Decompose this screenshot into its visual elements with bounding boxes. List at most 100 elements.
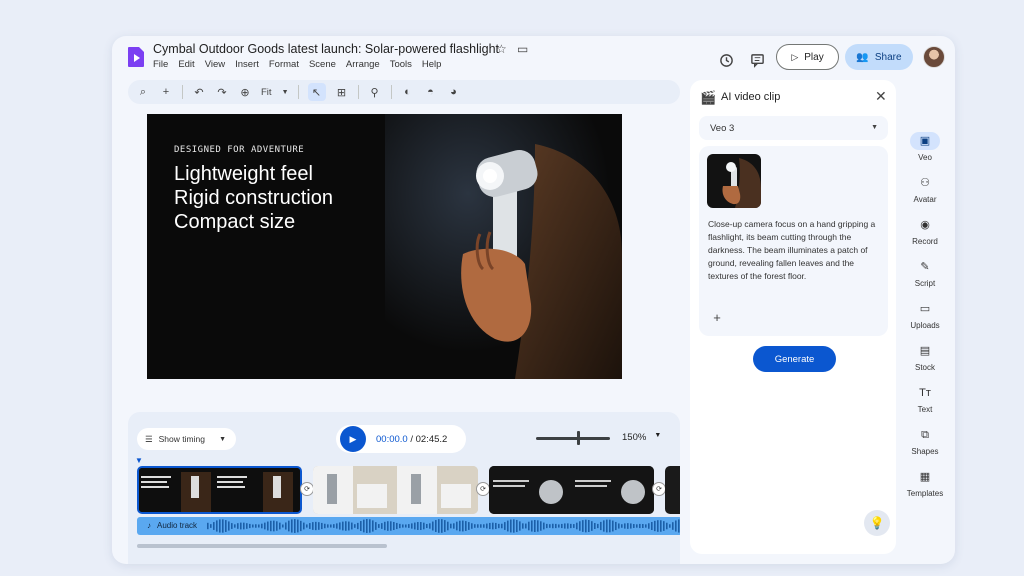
- toolbar-divider: [390, 85, 392, 99]
- menu-tools[interactable]: Tools: [390, 59, 412, 70]
- timeline-panel: ☰ Show timing ▼ ▶ 00:00.0 / 02:45.2 150%…: [128, 412, 680, 564]
- paint-format-icon[interactable]: ⚲: [368, 86, 382, 99]
- text-icon: Tт: [919, 387, 931, 399]
- menu-help[interactable]: Help: [422, 59, 442, 70]
- search-icon[interactable]: ⌕: [136, 86, 150, 99]
- music-note-icon: ♪: [147, 521, 151, 530]
- scene-clip[interactable]: [137, 466, 302, 514]
- app-logo-icon[interactable]: [126, 46, 146, 68]
- fill-color-icon[interactable]: ◓: [424, 86, 438, 98]
- star-icon[interactable]: ☆: [496, 42, 507, 56]
- play-button-label: Play: [804, 51, 824, 63]
- redo-icon[interactable]: ↷: [215, 86, 229, 99]
- comment-icon[interactable]: [746, 49, 768, 71]
- rail-item-label: Text: [917, 405, 933, 414]
- rail-item-text[interactable]: Tт Text: [900, 384, 950, 414]
- lightbulb-icon[interactable]: 💡: [864, 510, 890, 536]
- avatar[interactable]: [923, 46, 945, 68]
- show-timing-button[interactable]: ☰ Show timing ▼: [137, 428, 236, 450]
- transition-icon[interactable]: ⟳: [652, 482, 666, 496]
- chevron-down-icon: ▼: [219, 435, 226, 443]
- app-window: Cymbal Outdoor Goods latest launch: Sola…: [112, 36, 955, 564]
- rail-item-templates[interactable]: ▦ Templates: [900, 468, 950, 498]
- slide-kicker-text[interactable]: DESIGNED FOR ADVENTURE: [174, 145, 304, 155]
- chevron-down-icon: ▼: [281, 88, 289, 96]
- document-title[interactable]: Cymbal Outdoor Goods latest launch: Sola…: [153, 42, 499, 56]
- menu-file[interactable]: File: [153, 59, 168, 70]
- zoom-select-label: Fit: [261, 86, 272, 98]
- shape-mask-icon[interactable]: ◕: [447, 86, 461, 98]
- canvas-area: DESIGNED FOR ADVENTURE Lightweight feel …: [128, 108, 680, 406]
- timecode: 00:00.0 / 02:45.2: [376, 434, 447, 445]
- folder-move-icon[interactable]: ▭: [517, 42, 528, 56]
- rail-item-label: Record: [912, 237, 938, 246]
- playback-controls: ▶ 00:00.0 / 02:45.2: [336, 425, 466, 453]
- audio-track[interactable]: ♪ Audio track: [137, 517, 680, 535]
- ai-video-clip-panel: 🎬 AI video clip ✕ Veo 3 ▼ Close-up camer…: [690, 80, 896, 554]
- avatar-spark-icon: ⚇: [920, 177, 930, 189]
- flashlight-photo[interactable]: [385, 114, 622, 379]
- rail-item-label: Avatar: [913, 195, 937, 204]
- scene-clip[interactable]: [313, 466, 478, 514]
- video-spark-icon: ▣: [910, 132, 940, 150]
- scene-clip[interactable]: [489, 466, 654, 514]
- rail-item-record[interactable]: ◉ Record: [900, 216, 950, 246]
- select-cursor-icon[interactable]: ↖: [307, 83, 326, 101]
- close-icon[interactable]: ✕: [875, 88, 887, 105]
- rail-item-label: Shapes: [911, 447, 939, 456]
- editor-toolbar: ⌕ + ↶ ↷ ⊕ Fit ▼ ↖ ⊞ ⚲ ◐ ◓ ◕: [128, 80, 680, 104]
- current-time: 00:00.0: [376, 433, 408, 445]
- add-icon[interactable]: +: [708, 308, 726, 326]
- rail-item-veo[interactable]: ▣ Veo: [900, 132, 950, 162]
- toolbar-divider: [182, 85, 183, 99]
- menu-insert[interactable]: Insert: [235, 59, 259, 70]
- slide-line: Compact size: [174, 211, 296, 233]
- reference-image-thumbnail[interactable]: [707, 154, 761, 208]
- zoom-icon[interactable]: ⊕: [238, 86, 252, 99]
- add-icon[interactable]: +: [159, 86, 173, 98]
- scene-thumbnail: [489, 466, 654, 514]
- transition-icon[interactable]: ⟳: [300, 482, 314, 496]
- timeline-zoom-value: 150%: [622, 432, 647, 443]
- slide-line: Lightweight feel: [174, 163, 313, 185]
- rail-item-shapes[interactable]: ⧉ Shapes: [900, 426, 950, 456]
- undo-icon[interactable]: ↶: [192, 86, 206, 99]
- share-button[interactable]: 👥 Share: [845, 44, 913, 70]
- text-box-icon[interactable]: ⊞: [335, 86, 349, 99]
- toolbar-divider: [297, 85, 299, 99]
- playhead-marker-icon[interactable]: ▼: [135, 456, 143, 465]
- menu-scene[interactable]: Scene: [309, 59, 336, 70]
- menu-view[interactable]: View: [205, 59, 225, 70]
- timeline-play-button[interactable]: ▶: [340, 426, 366, 452]
- chevron-down-icon: ▼: [654, 432, 662, 439]
- scene-clip[interactable]: [665, 466, 680, 514]
- palette-icon[interactable]: ◐: [401, 86, 415, 98]
- clapperboard-icon: 🎬: [700, 90, 717, 105]
- slide-headline[interactable]: Lightweight feel Rigid construction Comp…: [174, 162, 333, 234]
- rail-item-script[interactable]: ✎ Script: [900, 258, 950, 288]
- rail-item-label: Stock: [914, 363, 935, 372]
- rail-item-label: Uploads: [910, 321, 940, 330]
- timeline-zoom-select[interactable]: 150% ▼: [622, 432, 661, 443]
- stock-media-icon: ▤: [919, 345, 931, 357]
- zoom-select[interactable]: Fit ▼: [261, 87, 289, 98]
- generate-button[interactable]: Generate: [753, 346, 836, 372]
- slide-canvas[interactable]: DESIGNED FOR ADVENTURE Lightweight feel …: [147, 114, 622, 379]
- transition-icon[interactable]: ⟳: [476, 482, 490, 496]
- menu-arrange[interactable]: Arrange: [346, 59, 380, 70]
- timeline-zoom-handle[interactable]: [577, 431, 580, 445]
- model-select[interactable]: Veo 3 ▼: [699, 116, 888, 140]
- shapes-icon: ⧉: [921, 429, 929, 441]
- menu-format[interactable]: Format: [269, 59, 299, 70]
- prompt-text[interactable]: Close-up camera focus on a hand gripping…: [708, 218, 880, 283]
- rail-item-avatar[interactable]: ⚇ Avatar: [900, 174, 950, 204]
- rail-item-stock[interactable]: ▤ Stock: [900, 342, 950, 372]
- timeline-zoom-slider[interactable]: [536, 437, 610, 440]
- rail-item-uploads[interactable]: ▭ Uploads: [900, 300, 950, 330]
- play-button[interactable]: ▷ Play: [776, 44, 839, 70]
- rail-item-label: Script: [914, 279, 936, 288]
- panel-title: AI video clip: [721, 91, 781, 103]
- history-icon[interactable]: [715, 49, 737, 71]
- menu-edit[interactable]: Edit: [178, 59, 194, 70]
- timeline-scrollbar[interactable]: [137, 544, 387, 548]
